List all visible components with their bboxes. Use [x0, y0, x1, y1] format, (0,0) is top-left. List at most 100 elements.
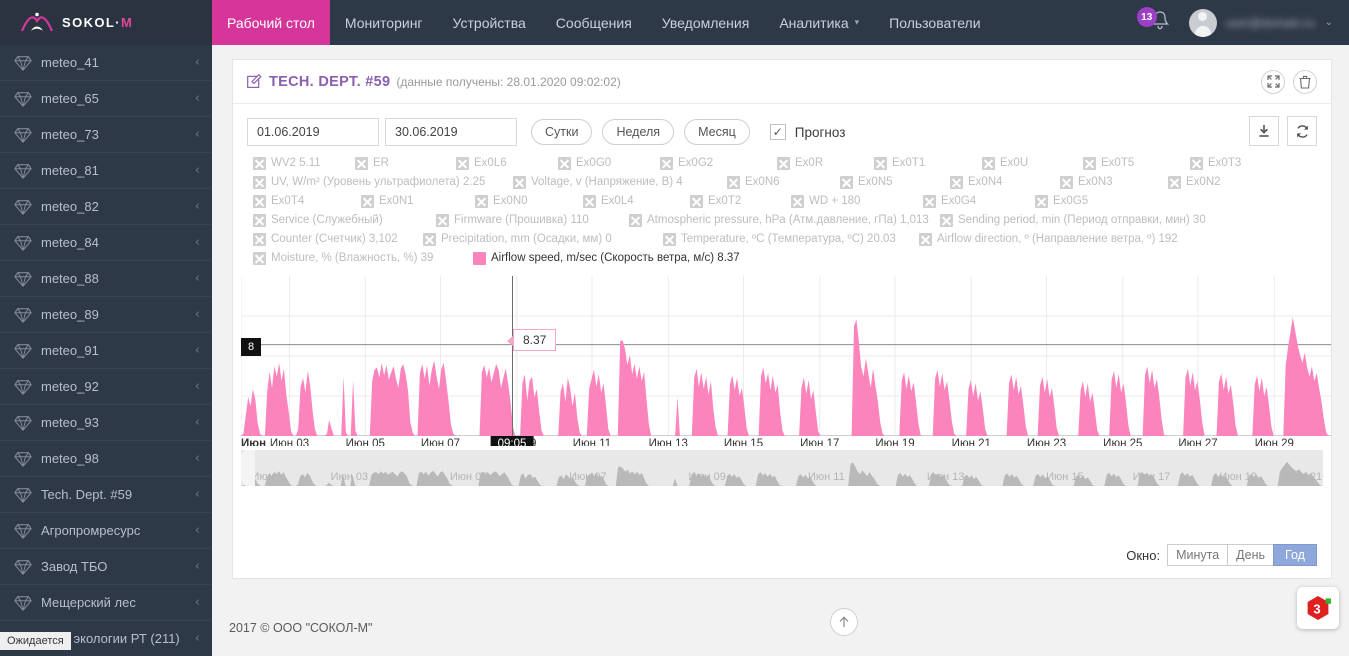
legend-item[interactable]: Ex0N6 [727, 176, 780, 189]
chevron-left-icon[interactable]: ‹ [195, 272, 200, 285]
legend-item[interactable]: ER [355, 157, 389, 170]
legend-item[interactable]: Ex0L6 [456, 157, 507, 170]
download-icon[interactable] [1249, 116, 1279, 146]
legend-checkbox-icon[interactable] [253, 252, 266, 265]
legend-item[interactable]: Ex0G5 [1035, 195, 1088, 208]
date-to-input[interactable] [385, 118, 517, 146]
legend-checkbox-icon[interactable] [583, 195, 596, 208]
legend-checkbox-icon[interactable] [791, 195, 804, 208]
legend-item[interactable]: Ex0N3 [1060, 176, 1113, 189]
nav-item-5[interactable]: Аналитика ▾ [764, 0, 874, 45]
legend-checkbox-icon[interactable] [513, 176, 526, 189]
sidebar-item-агропромресурс[interactable]: Агропромресурс ‹ [0, 513, 212, 549]
arrow-up-icon[interactable] [830, 608, 858, 636]
legend-item[interactable]: Ex0N2 [1168, 176, 1221, 189]
legend-item[interactable]: Moisture, % (Влажность, %) 39 [253, 252, 433, 265]
chevron-left-icon[interactable]: ‹ [195, 524, 200, 537]
legend-item[interactable]: Ex0T2 [690, 195, 741, 208]
chevron-left-icon[interactable]: ‹ [195, 56, 200, 69]
sidebar-item-meteo-91[interactable]: meteo_91 ‹ [0, 333, 212, 369]
chart-plot[interactable] [241, 276, 1331, 436]
legend-checkbox-icon[interactable] [473, 252, 486, 265]
nav-item-4[interactable]: Уведомления [647, 0, 765, 45]
legend-checkbox-icon[interactable] [475, 195, 488, 208]
legend-item[interactable]: Ex0N1 [361, 195, 414, 208]
legend-checkbox-icon[interactable] [919, 233, 932, 246]
legend-checkbox-icon[interactable] [1035, 195, 1048, 208]
legend-checkbox-icon[interactable] [690, 195, 703, 208]
trash-icon[interactable] [1293, 69, 1317, 94]
legend-item[interactable]: Ex0N4 [950, 176, 1003, 189]
nav-item-2[interactable]: Устройства [438, 0, 541, 45]
user-menu[interactable]: user@domain.ru ⌄ [1185, 0, 1349, 45]
legend-item[interactable]: Ex0L4 [583, 195, 634, 208]
chevron-left-icon[interactable]: ‹ [195, 416, 200, 429]
refresh-icon[interactable] [1287, 116, 1317, 146]
range-button-day[interactable]: Сутки [531, 119, 593, 145]
chevron-left-icon[interactable]: ‹ [195, 200, 200, 213]
nav-item-0[interactable]: Рабочий стол [212, 0, 330, 52]
legend-checkbox-icon[interactable] [660, 157, 673, 170]
legend-checkbox-icon[interactable] [1168, 176, 1181, 189]
legend-checkbox-icon[interactable] [777, 157, 790, 170]
chevron-left-icon[interactable]: ‹ [195, 92, 200, 105]
legend-item[interactable]: Firmware (Прошивка) 110 [436, 214, 589, 227]
legend-checkbox-icon[interactable] [874, 157, 887, 170]
chevron-left-icon[interactable]: ‹ [195, 632, 200, 645]
legend-item[interactable]: Ex0T4 [253, 195, 304, 208]
window-option-day[interactable]: День [1227, 544, 1274, 566]
sidebar-item-meteo-98[interactable]: meteo_98 ‹ [0, 441, 212, 477]
legend-item[interactable]: Counter (Счетчик) 3,102 [253, 233, 398, 246]
chevron-left-icon[interactable]: ‹ [195, 164, 200, 177]
legend-item[interactable]: Ex0U [982, 157, 1028, 170]
legend-item[interactable]: Ex0T5 [1083, 157, 1134, 170]
chat-widget-icon[interactable]: 3 [1297, 587, 1339, 629]
legend-checkbox-icon[interactable] [253, 233, 266, 246]
legend-item[interactable]: UV, W/m² (Уровень ультрафиолета) 2.25 [253, 176, 485, 189]
legend-item[interactable]: Ex0G0 [558, 157, 611, 170]
legend-item[interactable]: Airflow direction, º (Направление ветра,… [919, 233, 1178, 246]
sidebar-item-завод-тбо[interactable]: Завод ТБО ‹ [0, 549, 212, 585]
window-option-minute[interactable]: Минута [1167, 544, 1229, 566]
sidebar-item-meteo-88[interactable]: meteo_88 ‹ [0, 261, 212, 297]
chevron-left-icon[interactable]: ‹ [195, 452, 200, 465]
chevron-left-icon[interactable]: ‹ [195, 380, 200, 393]
forecast-checkbox[interactable]: ✓ Прогноз [769, 124, 845, 140]
nav-item-3[interactable]: Сообщения [541, 0, 647, 45]
sidebar-item-meteo-73[interactable]: meteo_73 ‹ [0, 117, 212, 153]
legend-checkbox-icon[interactable] [456, 157, 469, 170]
legend-item[interactable]: Voltage, v (Напряжение, В) 4 [513, 176, 683, 189]
legend-checkbox-icon[interactable] [982, 157, 995, 170]
legend-checkbox-icon[interactable] [940, 214, 953, 227]
chart-navigator[interactable]: Июн Июн 03 Июн 05 Июн 07 Июн 09 Июн 11 Июн 13 И… [241, 450, 1323, 486]
legend-item[interactable]: Ex0G2 [660, 157, 713, 170]
chevron-left-icon[interactable]: ‹ [195, 560, 200, 573]
legend-checkbox-icon[interactable] [253, 214, 266, 227]
legend-checkbox-icon[interactable] [663, 233, 676, 246]
chevron-left-icon[interactable]: ‹ [195, 128, 200, 141]
sidebar-item-meteo-89[interactable]: meteo_89 ‹ [0, 297, 212, 333]
legend-checkbox-icon[interactable] [436, 214, 449, 227]
legend-checkbox-icon[interactable] [423, 233, 436, 246]
window-option-year[interactable]: Год [1273, 544, 1317, 566]
legend-item[interactable]: Ex0N5 [840, 176, 893, 189]
edit-pencil-icon[interactable] [247, 74, 262, 89]
sidebar-item-meteo-65[interactable]: meteo_65 ‹ [0, 81, 212, 117]
legend-item[interactable]: Airflow speed, m/sec (Скорость ветра, м/… [473, 252, 740, 265]
date-from-input[interactable] [247, 118, 379, 146]
legend-checkbox-icon[interactable] [355, 157, 368, 170]
legend-item[interactable]: Atmospheric pressure, hPa (Атм.давление,… [629, 214, 929, 227]
legend-item[interactable]: WD + 180 [791, 195, 860, 208]
expand-icon[interactable] [1261, 69, 1285, 94]
brand-logo-block[interactable]: SOKOL·M [0, 0, 212, 45]
sidebar-item-meteo-81[interactable]: meteo_81 ‹ [0, 153, 212, 189]
legend-checkbox-icon[interactable] [1190, 157, 1203, 170]
nav-item-6[interactable]: Пользователи [874, 0, 995, 45]
range-button-month[interactable]: Месяц [684, 119, 750, 145]
legend-checkbox-icon[interactable] [253, 176, 266, 189]
legend-checkbox-icon[interactable] [1083, 157, 1096, 170]
chevron-left-icon[interactable]: ‹ [195, 596, 200, 609]
sidebar-item-tech-dept-59[interactable]: Tech. Dept. #59 ‹ [0, 477, 212, 513]
navigator-left-handle[interactable] [241, 450, 255, 486]
legend-item[interactable]: Ex0T3 [1190, 157, 1241, 170]
